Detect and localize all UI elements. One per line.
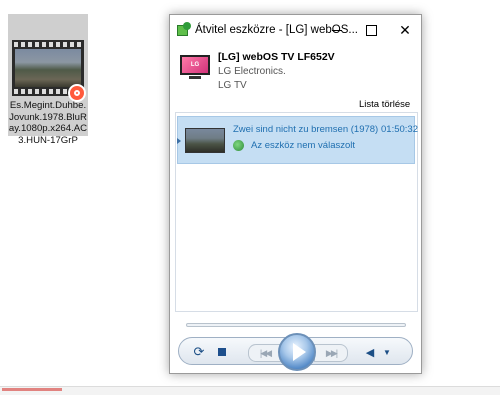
player-controls: ⟳ |◀◀ ▶▶| ◀ ▼ [178,333,413,371]
maximize-button[interactable] [354,15,388,45]
minimize-button[interactable] [320,15,354,45]
playlist-item[interactable]: Zwei sind nicht zu bremsen (1978) 01:50:… [177,116,418,164]
cast-app-icon [177,22,191,36]
item-title: Zwei sind nicht zu bremsen (1978) [233,124,379,135]
repeat-icon[interactable]: ⟳ [191,344,207,360]
device-info: LG [LG] webOS TV LF652V LG Electronics. … [170,45,421,95]
close-icon: ✕ [399,22,411,38]
playlist: Zwei sind nicht zu bremsen (1978) 01:50:… [175,112,418,312]
close-button[interactable]: ✕ [388,15,422,45]
seek-bar[interactable] [186,323,406,327]
device-name: [LG] webOS TV LF652V [218,51,335,63]
film-holes-top [14,42,82,47]
tv-icon: LG [180,55,210,79]
progress-accent [2,388,62,391]
volume-icon[interactable]: ◀ [364,346,376,359]
cast-to-device-window: Átvitel eszközre - [LG] webOS... ✕ LG [L… [169,14,422,374]
minimize-icon [332,29,342,31]
lg-logo: LG [190,62,200,68]
stop-icon [218,348,226,356]
status-icon [233,140,244,151]
item-status: Az eszköz nem válaszolt [251,140,356,151]
current-item-arrow-icon [177,138,181,144]
desktop-video-file[interactable]: Es.Megint.Duhbe.Jovunk.1978.BluRay.1080p… [8,14,88,146]
title-bar[interactable]: Átvitel eszközre - [LG] webOS... ✕ [170,15,421,45]
clear-list-link[interactable]: Lista törlése [359,99,410,110]
previous-button[interactable]: |◀◀ [248,344,282,362]
item-duration: 01:50:32 [381,124,418,135]
play-icon [292,343,306,361]
stop-button[interactable] [216,346,228,358]
device-manufacturer: LG Electronics. [218,66,286,77]
maximize-icon [365,24,377,36]
play-button[interactable] [278,333,316,371]
volume-dropdown-icon[interactable]: ▼ [382,346,392,358]
item-thumbnail [185,128,225,153]
desktop-file-label: Es.Megint.Duhbe.Jovunk.1978.BluRay.1080p… [8,100,88,146]
device-type: LG TV [218,80,247,91]
next-button[interactable]: ▶▶| [314,344,348,362]
video-thumbnail [15,49,81,87]
